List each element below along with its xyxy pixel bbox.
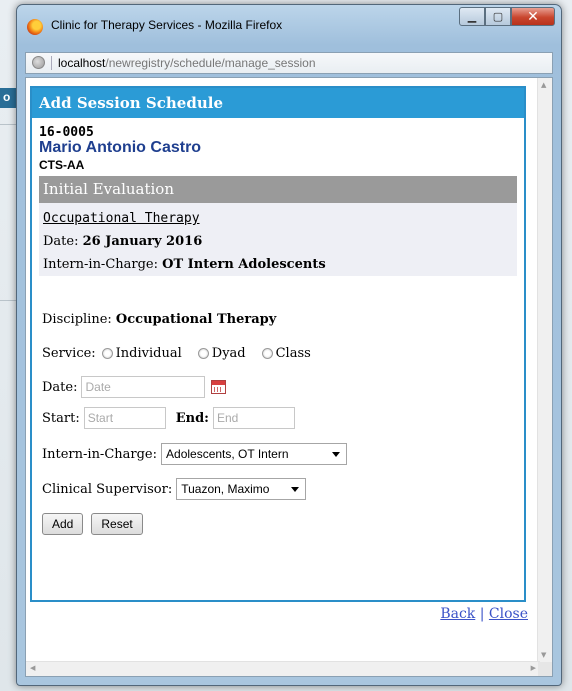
date-label: Date: [42, 379, 78, 395]
background-divider [0, 124, 16, 125]
evaluation-date-value: 26 January 2016 [82, 234, 203, 249]
discipline-value: Occupational Therapy [115, 312, 277, 327]
intern-select[interactable]: Adolescents, OT Intern [161, 443, 348, 465]
url-text: localhost/newregistry/schedule/manage_se… [58, 56, 316, 70]
window-controls: ▁ ▢ ✕ [459, 7, 555, 27]
add-button[interactable]: Add [42, 513, 84, 535]
supervisor-select[interactable]: Tuazon, Maximo [176, 478, 307, 500]
supervisor-row: Clinical Supervisor: Tuazon, Maximo [42, 478, 307, 500]
service-class-label[interactable]: Class [276, 346, 311, 361]
evaluation-date: Date: 26 January 2016 [43, 234, 202, 249]
time-row: Start: Start End: End [42, 407, 295, 429]
maximize-button[interactable]: ▢ [485, 7, 511, 26]
scroll-up-icon[interactable]: ▲ [541, 81, 546, 89]
evaluation-intern-value: OT Intern Adolescents [162, 257, 326, 272]
close-window-button[interactable]: ✕ [511, 7, 555, 26]
discipline-row: Discipline: Occupational Therapy [42, 312, 276, 327]
date-input[interactable]: Date [81, 376, 206, 398]
evaluation-panel: Initial Evaluation Occupational Therapy … [39, 176, 517, 276]
scroll-right-icon[interactable]: ▶ [531, 664, 536, 672]
dialog-title: Add Session Schedule [32, 88, 524, 118]
back-link[interactable]: Back [440, 606, 475, 622]
button-row: Add Reset [42, 513, 151, 535]
link-separator: | [479, 606, 485, 622]
calendar-icon[interactable] [211, 380, 227, 394]
service-individual-label[interactable]: Individual [116, 346, 182, 361]
add-session-dialog: Add Session Schedule 16-0005 Mario Anton… [30, 86, 526, 602]
evaluation-header: Initial Evaluation [39, 176, 517, 203]
supervisor-label: Clinical Supervisor: [42, 481, 173, 497]
vertical-scrollbar[interactable]: ▲ ▼ [537, 78, 552, 662]
page-viewport: Add Session Schedule 16-0005 Mario Anton… [25, 77, 553, 677]
evaluation-intern: Intern-in-Charge: OT Intern Adolescents [43, 257, 326, 272]
url-host: localhost [58, 56, 106, 70]
supervisor-selected-value: Tuazon, Maximo [181, 482, 270, 496]
service-dyad-label[interactable]: Dyad [212, 346, 246, 361]
address-separator [51, 56, 52, 70]
case-id: 16-0005 [39, 125, 94, 140]
dropdown-arrow-icon [332, 452, 341, 457]
end-label: End: [175, 410, 209, 426]
service-label: Service: [42, 346, 96, 361]
title-bar[interactable]: Clinic for Therapy Services - Mozilla Fi… [17, 5, 561, 41]
discipline-label: Discipline: [42, 312, 112, 327]
start-input[interactable]: Start [83, 407, 166, 429]
service-row: Service: Individual Dyad Class [42, 346, 321, 361]
reset-button[interactable]: Reset [91, 513, 143, 535]
patient-code: CTS-AA [39, 158, 85, 172]
firefox-icon [27, 19, 43, 35]
background-divider [0, 300, 16, 301]
address-bar[interactable]: localhost/newregistry/schedule/manage_se… [25, 52, 553, 74]
scroll-down-icon[interactable]: ▼ [541, 651, 546, 659]
service-individual-radio[interactable] [101, 348, 113, 359]
intern-selected-value: Adolescents, OT Intern [166, 447, 289, 461]
service-dyad-radio[interactable] [197, 348, 209, 359]
horizontal-scrollbar[interactable]: ◀ ▶ [26, 661, 540, 676]
footer-links: Back | Close [440, 606, 528, 622]
dropdown-arrow-icon [291, 487, 300, 492]
evaluation-intern-label: Intern-in-Charge: [43, 257, 163, 272]
browser-window: Clinic for Therapy Services - Mozilla Fi… [16, 4, 562, 686]
globe-icon [32, 56, 45, 69]
scrollbar-corner [538, 662, 552, 676]
scroll-left-icon[interactable]: ◀ [30, 664, 35, 672]
start-label: Start: [42, 410, 80, 426]
service-class-radio[interactable] [261, 348, 273, 359]
evaluation-date-label: Date: [43, 234, 83, 249]
minimize-button[interactable]: ▁ [459, 7, 485, 26]
intern-label: Intern-in-Charge: [42, 446, 158, 462]
date-row: Date: Date [42, 376, 227, 398]
evaluation-discipline: Occupational Therapy [43, 211, 200, 226]
intern-row: Intern-in-Charge: Adolescents, OT Intern [42, 443, 348, 465]
background-nav-text: o [3, 90, 11, 104]
close-link[interactable]: Close [489, 606, 528, 622]
patient-name: Mario Antonio Castro [39, 139, 202, 156]
end-input[interactable]: End [212, 407, 295, 429]
url-path: /newregistry/schedule/manage_session [105, 56, 316, 70]
window-title: Clinic for Therapy Services - Mozilla Fi… [51, 18, 283, 32]
